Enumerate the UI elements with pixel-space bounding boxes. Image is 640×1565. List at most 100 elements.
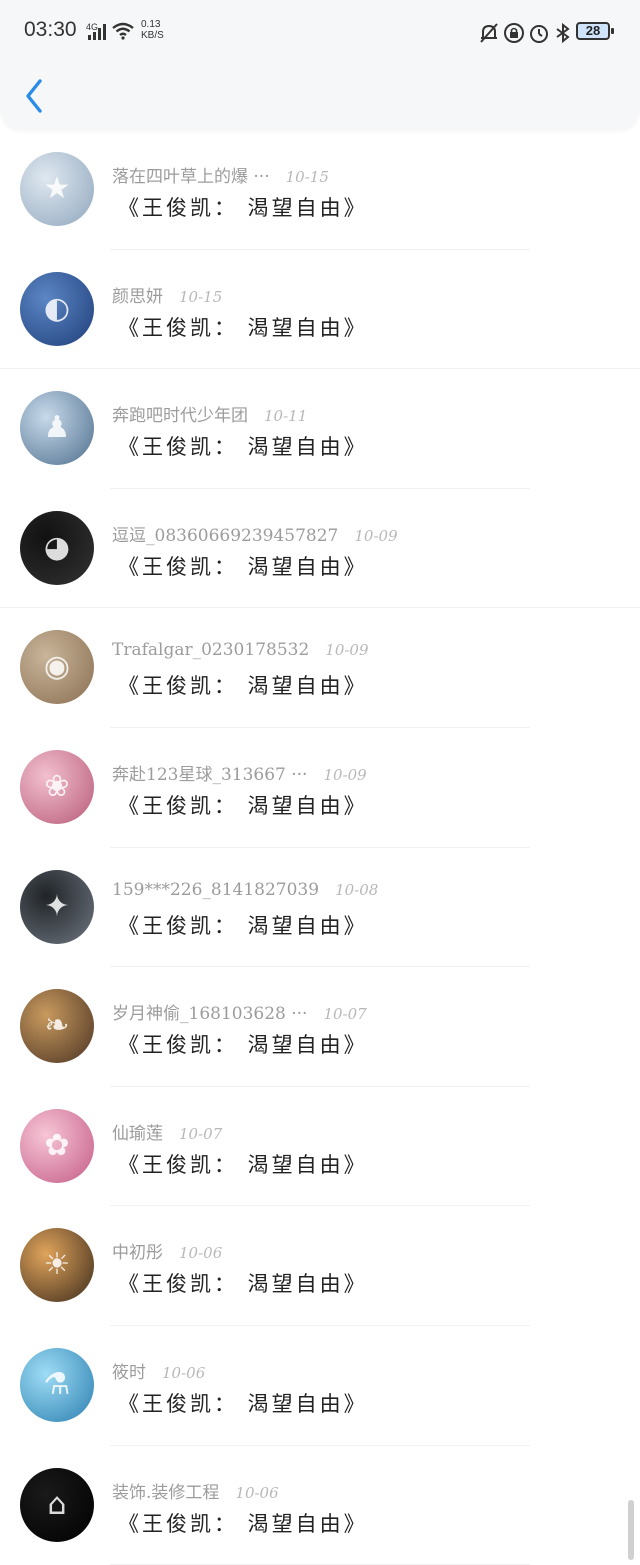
list-item[interactable]: ✿ 仙瑜莲 10-07 《王俊凯： 渴望自由》 bbox=[0, 1087, 640, 1207]
status-time: 03:30 bbox=[24, 18, 77, 41]
item-title[interactable]: 《王俊凯： 渴望自由》 bbox=[118, 910, 368, 940]
list-item[interactable]: ✦ 159***226_8141827039 10-08 《王俊凯： 渴望自由》 bbox=[0, 848, 640, 968]
item-title[interactable]: 《王俊凯： 渴望自由》 bbox=[118, 192, 368, 222]
speed-unit: KB/S bbox=[141, 30, 164, 41]
item-meta: 落在四叶草上的爆 ··· 10-15 bbox=[112, 162, 329, 187]
list-item[interactable]: ⚗ 筱时 10-06 《王俊凯： 渴望自由》 bbox=[0, 1326, 640, 1446]
item-meta: 仙瑜莲 10-07 bbox=[112, 1119, 223, 1144]
item-date: 10-06 bbox=[162, 1363, 206, 1382]
avatar-image-icon: ✦ bbox=[44, 888, 70, 924]
item-title[interactable]: 《王俊凯： 渴望自由》 bbox=[118, 790, 368, 820]
lock-rotation-icon bbox=[504, 23, 524, 43]
alarm-icon bbox=[530, 25, 548, 43]
user-name[interactable]: 仙瑜莲 bbox=[112, 1124, 163, 1144]
item-title[interactable]: 《王俊凯： 渴望自由》 bbox=[118, 1388, 368, 1418]
item-meta: 159***226_8141827039 10-08 bbox=[112, 880, 378, 902]
item-title[interactable]: 《王俊凯： 渴望自由》 bbox=[118, 670, 368, 700]
avatar[interactable]: ◉ bbox=[20, 630, 94, 705]
user-name[interactable]: 落在四叶草上的爆 ··· bbox=[112, 167, 270, 187]
avatar[interactable]: ⌂ bbox=[20, 1467, 94, 1542]
battery-tip bbox=[611, 28, 614, 34]
avatar-image-icon: ◉ bbox=[43, 649, 71, 685]
item-title[interactable]: 《王俊凯： 渴望自由》 bbox=[118, 1268, 368, 1298]
item-meta: 中初彤 10-06 bbox=[112, 1238, 223, 1263]
avatar[interactable]: ✿ bbox=[20, 1108, 94, 1183]
item-date: 10-09 bbox=[323, 765, 367, 784]
item-date: 10-06 bbox=[179, 1244, 223, 1263]
list-item[interactable]: ♟ 奔跑吧时代少年团 10-11 《王俊凯： 渴望自由》 bbox=[0, 369, 640, 489]
item-meta: 奔赴123星球_313667 ··· 10-09 bbox=[112, 760, 367, 785]
item-date: 10-07 bbox=[323, 1005, 367, 1024]
item-title[interactable]: 《王俊凯： 渴望自由》 bbox=[118, 1029, 368, 1059]
list-item[interactable]: ⌂ 装饰.装修工程 10-06 《王俊凯： 渴望自由》 bbox=[0, 1446, 640, 1565]
list-item[interactable]: ◕ 逗逗_08360669239457827 10-09 《王俊凯： 渴望自由》 bbox=[0, 489, 640, 609]
avatar-image-icon: ◕ bbox=[43, 529, 71, 565]
item-meta: 装饰.装修工程 10-06 bbox=[112, 1478, 279, 1503]
avatar-image-icon: ★ bbox=[43, 171, 71, 206]
battery-indicator: 28 bbox=[576, 22, 610, 40]
user-name[interactable]: 中初彤 bbox=[112, 1243, 163, 1263]
item-date: 10-15 bbox=[285, 168, 329, 186]
wifi-icon bbox=[112, 22, 134, 40]
item-date: 10-08 bbox=[335, 880, 379, 899]
list-item[interactable]: ❀ 奔赴123星球_313667 ··· 10-09 《王俊凯： 渴望自由》 bbox=[0, 728, 640, 848]
network-speed: 0.13 KB/S bbox=[141, 19, 164, 41]
bluetooth-icon bbox=[556, 22, 570, 44]
list-item[interactable]: ◉ Trafalgar_0230178532 10-09 《王俊凯： 渴望自由》 bbox=[0, 608, 640, 728]
user-name[interactable]: 颜思妍 bbox=[112, 287, 163, 307]
avatar[interactable]: ❧ bbox=[20, 989, 94, 1064]
item-date: 10-11 bbox=[264, 407, 308, 426]
item-meta: Trafalgar_0230178532 10-09 bbox=[112, 640, 369, 662]
list-item[interactable]: ☀ 中初彤 10-06 《王俊凯： 渴望自由》 bbox=[0, 1206, 640, 1326]
list-item[interactable]: ❧ 岁月神偷_168103628 ··· 10-07 《王俊凯： 渴望自由》 bbox=[0, 967, 640, 1087]
scrollbar[interactable] bbox=[628, 1500, 634, 1560]
user-name[interactable]: 奔赴123星球_313667 ··· bbox=[112, 765, 307, 785]
speed-value: 0.13 bbox=[141, 19, 161, 30]
item-title[interactable]: 《王俊凯： 渴望自由》 bbox=[118, 312, 368, 342]
item-meta: 逗逗_08360669239457827 10-09 bbox=[112, 521, 398, 546]
item-meta: 岁月神偷_168103628 ··· 10-07 bbox=[112, 999, 367, 1024]
avatar-image-icon: ✿ bbox=[44, 1127, 70, 1163]
avatar[interactable]: ◐ bbox=[20, 271, 94, 346]
avatar-image-icon: ❧ bbox=[44, 1008, 70, 1044]
user-name[interactable]: Trafalgar_0230178532 bbox=[112, 640, 309, 660]
avatar-image-icon: ⌂ bbox=[47, 1486, 67, 1522]
avatar[interactable]: ✦ bbox=[20, 869, 94, 944]
avatar[interactable]: ❀ bbox=[20, 749, 94, 824]
item-title[interactable]: 《王俊凯： 渴望自由》 bbox=[118, 1149, 368, 1179]
user-name[interactable]: 逗逗_08360669239457827 bbox=[112, 526, 338, 546]
avatar[interactable]: ♟ bbox=[20, 391, 94, 466]
avatar-image-icon: ◐ bbox=[43, 290, 71, 326]
item-meta: 颜思妍 10-15 bbox=[112, 282, 223, 307]
user-name[interactable]: 奔跑吧时代少年团 bbox=[112, 406, 248, 426]
item-title[interactable]: 《王俊凯： 渴望自由》 bbox=[118, 1508, 368, 1538]
avatar-image-icon: ⚗ bbox=[43, 1366, 71, 1402]
avatar[interactable]: ★ bbox=[20, 152, 94, 226]
chevron-left-icon[interactable] bbox=[20, 76, 50, 116]
avatar[interactable]: ◕ bbox=[20, 510, 94, 585]
item-date: 10-06 bbox=[235, 1483, 279, 1502]
item-date: 10-07 bbox=[179, 1124, 223, 1143]
item-title[interactable]: 《王俊凯： 渴望自由》 bbox=[118, 551, 368, 581]
item-date: 10-09 bbox=[354, 526, 398, 545]
user-name[interactable]: 装饰.装修工程 bbox=[112, 1483, 219, 1503]
top-bar bbox=[0, 62, 640, 130]
user-name[interactable]: 岁月神偷_168103628 ··· bbox=[112, 1004, 307, 1024]
avatar[interactable]: ⚗ bbox=[20, 1347, 94, 1422]
list-item[interactable]: ◐ 颜思妍 10-15 《王俊凯： 渴望自由》 bbox=[0, 250, 640, 370]
bell-muted-icon bbox=[480, 23, 498, 43]
status-bar: 03:30 4G 0.13 KB/S 28 bbox=[0, 0, 640, 62]
avatar-image-icon: ♟ bbox=[43, 410, 71, 446]
item-meta: 奔跑吧时代少年团 10-11 bbox=[112, 401, 308, 426]
item-date: 10-09 bbox=[325, 641, 369, 660]
signal-icon bbox=[88, 24, 106, 40]
user-name[interactable]: 筱时 bbox=[112, 1363, 146, 1383]
avatar-image-icon: ❀ bbox=[44, 768, 70, 804]
avatar[interactable]: ☀ bbox=[20, 1228, 94, 1303]
user-name[interactable]: 159***226_8141827039 bbox=[112, 880, 319, 900]
item-meta: 筱时 10-06 bbox=[112, 1358, 206, 1383]
list-item[interactable]: ★ 落在四叶草上的爆 ··· 10-15 《王俊凯： 渴望自由》 bbox=[0, 130, 640, 250]
item-title[interactable]: 《王俊凯： 渴望自由》 bbox=[118, 431, 368, 461]
item-date: 10-15 bbox=[179, 287, 223, 306]
comment-list: ★ 落在四叶草上的爆 ··· 10-15 《王俊凯： 渴望自由》 ◐ 颜思妍 10-15 《王… bbox=[0, 130, 640, 1565]
